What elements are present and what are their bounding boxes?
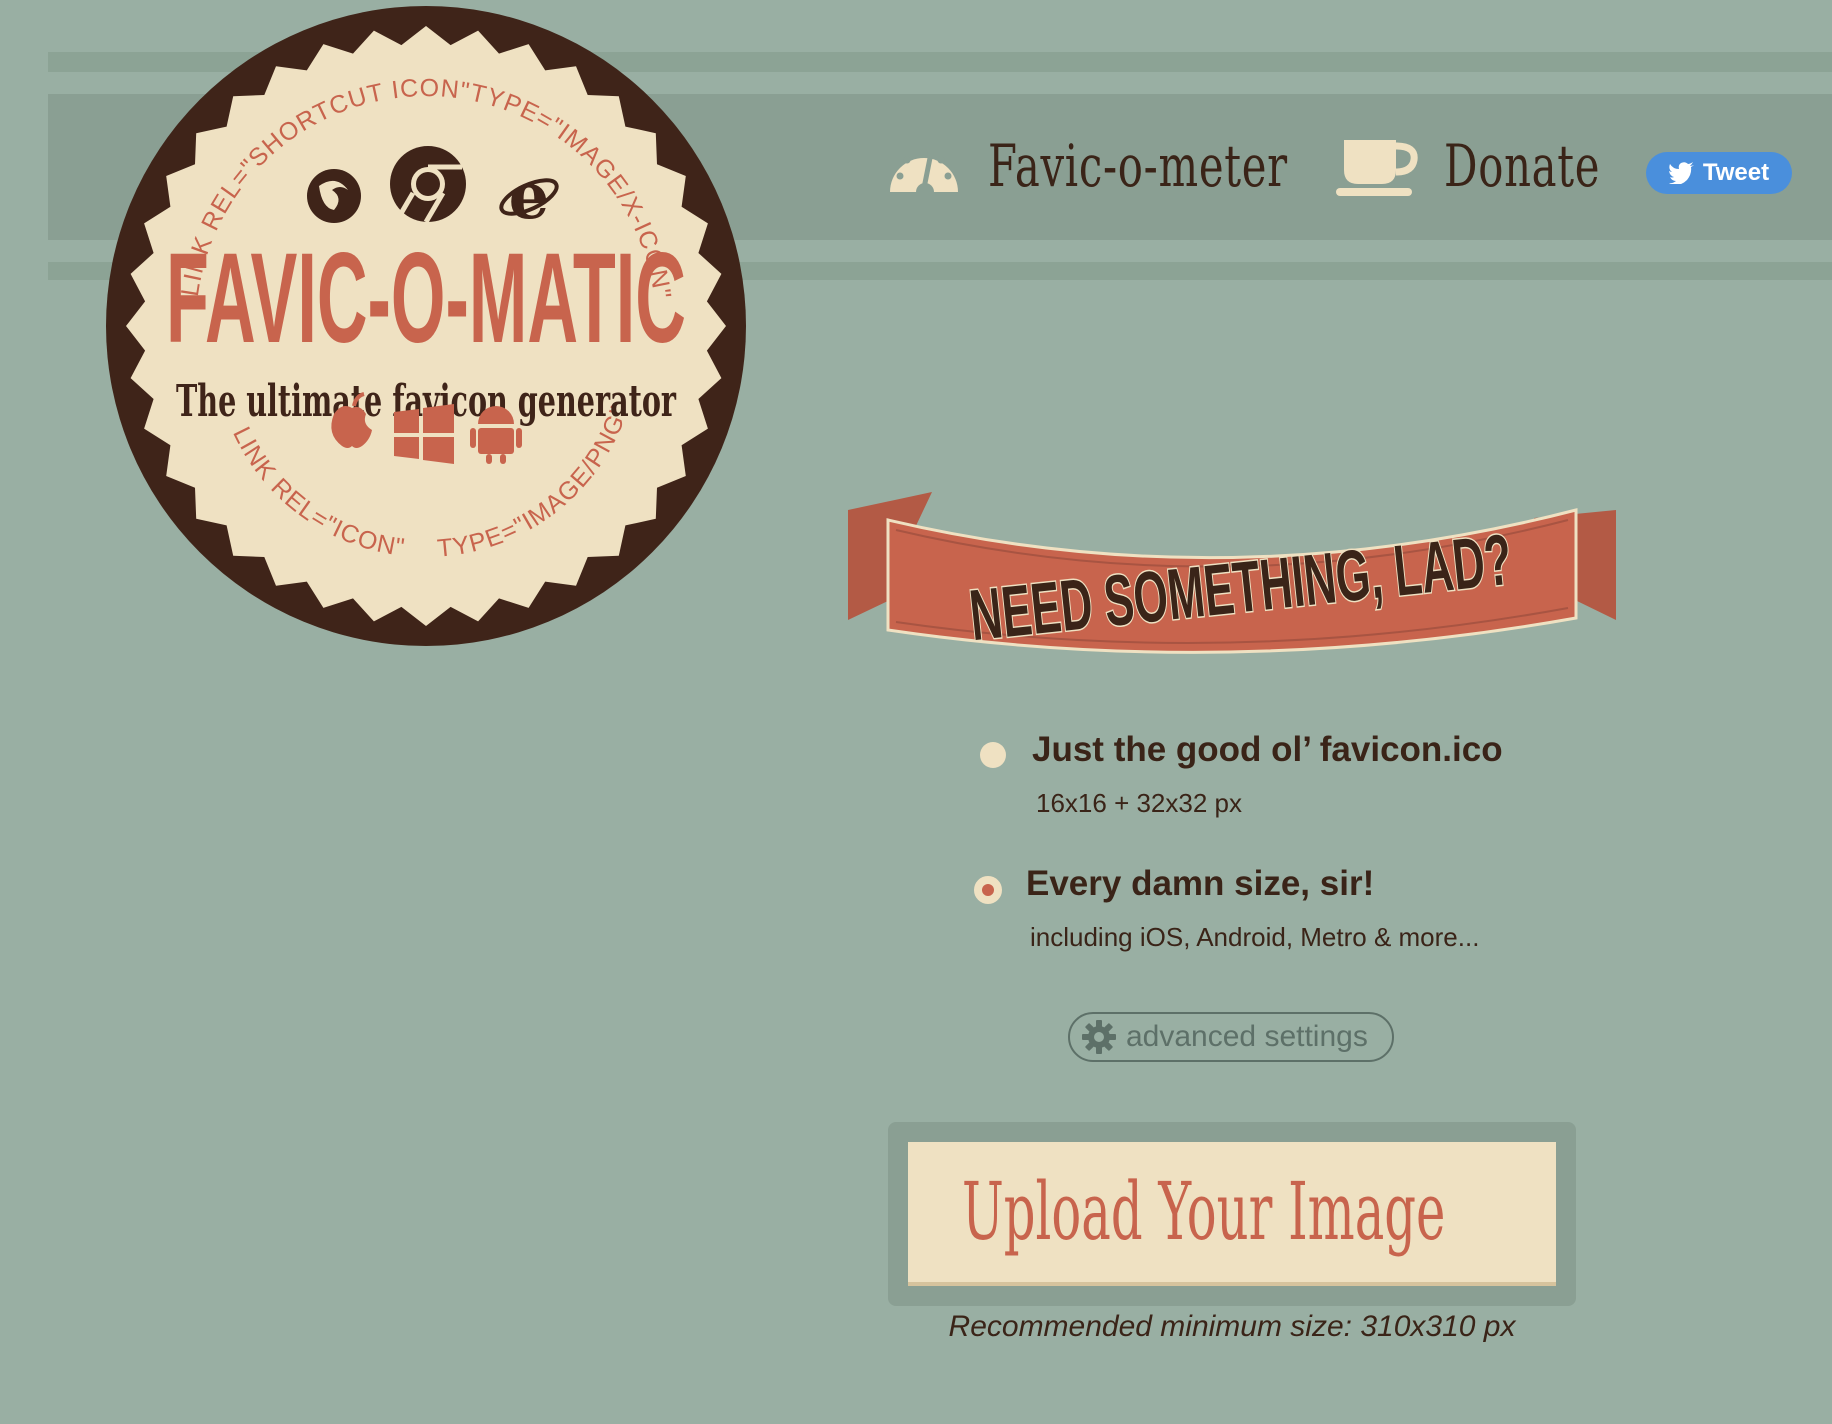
option-favicon-ico-title: Just the good ol’ favicon.ico xyxy=(1032,730,1503,769)
nav-donate-label: Donate xyxy=(1444,132,1601,200)
tweet-button-label: Tweet xyxy=(1702,159,1770,186)
gear-icon xyxy=(1082,1020,1116,1054)
radio-every-size[interactable] xyxy=(974,876,1002,904)
firefox-icon xyxy=(307,169,361,223)
radio-favicon-ico[interactable] xyxy=(980,742,1006,768)
nav-favic-o-meter-label: Favic-o-meter xyxy=(988,132,1288,200)
upload-image-label: Upload Your Image xyxy=(962,1165,1446,1258)
logo-badge-graphic: LINK REL="SHORTCUT ICON" TYPE="IMAGE/X-I… xyxy=(106,6,746,646)
page: LINK REL="SHORTCUT ICON" TYPE="IMAGE/X-I… xyxy=(0,0,1832,1424)
advanced-settings-label: advanced settings xyxy=(1126,1020,1368,1053)
option-favicon-ico-subtitle: 16x16 + 32x32 px xyxy=(1036,788,1242,818)
advanced-settings-button[interactable]: advanced settings xyxy=(1068,1012,1394,1062)
option-every-size-title: Every damn size, sir! xyxy=(1026,864,1375,903)
speedometer-icon xyxy=(890,149,958,192)
tweet-button[interactable]: Tweet xyxy=(1646,152,1792,194)
ribbon-banner: NEED SOMETHING, LAD? xyxy=(848,480,1616,660)
svg-text:e: e xyxy=(509,159,550,234)
nav-favic-o-meter[interactable]: Favic-o-meter xyxy=(886,136,1404,196)
twitter-bird-icon xyxy=(1668,162,1694,184)
logo-title: FAVIC-O-MATIC xyxy=(166,227,686,370)
coffee-cup-icon xyxy=(1336,140,1418,196)
upload-size-hint: Recommended minimum size: 310x310 px xyxy=(948,1310,1516,1343)
option-every-size-subtitle: including iOS, Android, Metro & more... xyxy=(1030,922,1480,952)
logo-badge[interactable]: LINK REL="SHORTCUT ICON" TYPE="IMAGE/X-I… xyxy=(104,4,748,648)
upload-image-button[interactable]: Upload Your Image xyxy=(908,1142,1556,1286)
chrome-icon xyxy=(390,146,466,224)
nav-donate[interactable]: Donate xyxy=(1336,136,1661,196)
